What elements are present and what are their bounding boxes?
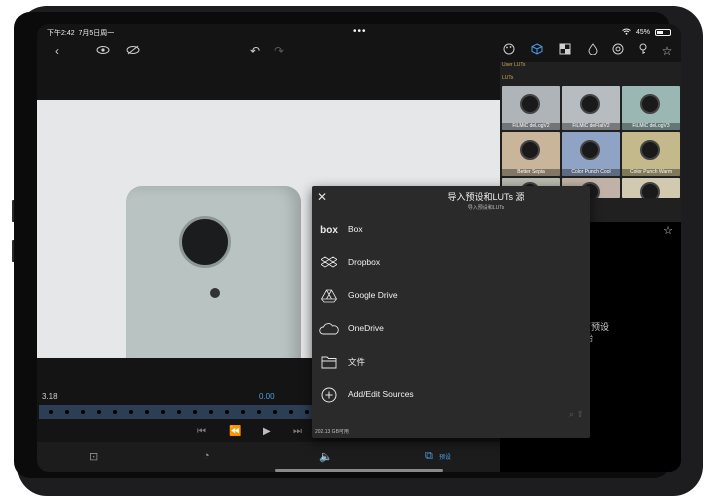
palette-icon[interactable] (501, 43, 517, 59)
prev-frame-icon[interactable]: ⏮ (197, 426, 206, 437)
source-dropbox[interactable]: Dropbox (312, 249, 590, 277)
rewind-icon[interactable]: ⏪ (229, 426, 241, 437)
source-label: OneDrive (348, 323, 384, 333)
redo-icon[interactable]: ↷ (271, 43, 287, 59)
source-label: Google Drive (348, 290, 398, 300)
google-drive-icon (318, 286, 340, 306)
key-icon[interactable] (635, 43, 651, 59)
source-box[interactable]: box Box (312, 216, 590, 244)
speed-icon[interactable]: ◔ (203, 450, 210, 462)
eye-icon[interactable] (95, 43, 111, 59)
eye-slash-icon[interactable] (125, 43, 141, 59)
lut-cube-icon[interactable] (529, 43, 545, 59)
star-icon[interactable]: ☆ (659, 43, 675, 59)
source-label: Box (348, 224, 363, 234)
lut-tile[interactable]: FiLMiC deLogV3 (622, 86, 680, 130)
volume-icon[interactable]: 🔈 (319, 450, 333, 463)
source-add-edit[interactable]: Add/Edit Sources (312, 381, 590, 409)
status-right: 45% (622, 28, 671, 37)
status-bar: 下午2:42 7月5日周一 ••• 45% (37, 24, 681, 40)
add-circle-icon (318, 385, 340, 405)
sheet-subtitle: 导入预设和LUTs (467, 205, 505, 211)
app-screen: 下午2:42 7月5日周一 ••• 45% ‹ ↶ ↷ ☆ User LUTs … (37, 24, 681, 472)
source-files[interactable]: 文件 (312, 348, 590, 376)
favorite-star-icon[interactable]: ☆ (663, 224, 673, 237)
grid-icon[interactable] (557, 43, 573, 59)
undo-icon[interactable]: ↶ (247, 43, 263, 59)
crop-icon[interactable]: ⊡ (89, 450, 98, 463)
target-icon[interactable] (610, 43, 626, 59)
storage-available: 202.13 GB可用 (315, 429, 349, 435)
wifi-icon (622, 28, 631, 37)
chevron-left-icon[interactable]: ‹ (49, 43, 65, 59)
status-time: 下午2:42 (47, 30, 75, 37)
lut-tile[interactable]: Color Punch Cool (562, 132, 620, 176)
source-label: Dropbox (348, 257, 381, 267)
status-time-date: 下午2:42 7月5日周一 (47, 28, 114, 38)
lut-tile[interactable]: Better Sepia (502, 132, 560, 176)
drop-icon[interactable] (585, 43, 601, 59)
lut-grid: FiLMiC deLogV2 FiLMiC deFlatV2 FiLMiC de… (502, 86, 681, 198)
source-google-drive[interactable]: Google Drive (312, 282, 590, 310)
battery-percent: 45% (635, 29, 650, 36)
presets-tab-label[interactable]: 预设 (439, 452, 451, 461)
search-icon[interactable]: ⌕ (569, 409, 574, 419)
dropbox-icon (318, 253, 340, 273)
source-onedrive[interactable]: OneDrive (312, 315, 590, 343)
camera-ring (179, 216, 231, 268)
box-icon: box (320, 224, 338, 236)
source-label: Add/Edit Sources (348, 389, 414, 399)
home-indicator (275, 469, 443, 472)
multitask-dots[interactable]: ••• (353, 26, 367, 37)
play-icon[interactable]: ▶ (263, 426, 271, 437)
status-date: 7月5日周一 (78, 30, 115, 37)
preview-subject-phone (126, 186, 301, 358)
onedrive-icon (318, 319, 340, 339)
lut-tile[interactable]: FiLMiC deFlatV2 (562, 86, 620, 130)
timecode-left: 3.18 (42, 392, 58, 401)
battery-icon (655, 29, 671, 36)
lut-tile[interactable]: FiLMiC deLogV2 (502, 86, 560, 130)
presets-icon[interactable]: ⧉ (425, 450, 433, 463)
lut-tile-label: Better Sepia (502, 169, 560, 176)
sheet-title: 导入预设和LUTs 源 (447, 192, 525, 202)
lut-tile-label: Color Punch Cool (562, 169, 620, 176)
lut-tile-label: Color Punch Warm (622, 169, 680, 176)
next-frame-icon[interactable]: ⏭ (293, 426, 302, 437)
source-label: 文件 (348, 357, 366, 367)
files-icon (318, 352, 340, 372)
lut-tile-label: FiLMiC deFlatV2 (562, 123, 620, 130)
luts-heading: LUTs (502, 75, 514, 81)
top-toolbar: ‹ ↶ ↷ ☆ (37, 40, 681, 62)
camera-flash (210, 288, 220, 298)
lut-tile[interactable] (622, 178, 680, 198)
lut-tile-label: FiLMiC deLogV3 (622, 123, 680, 130)
share-icon[interactable]: ⇪ (576, 409, 584, 419)
user-luts-heading: User LUTs (502, 62, 526, 68)
lut-tile[interactable]: Color Punch Warm (622, 132, 680, 176)
import-sources-sheet: ✕ 导入预设和LUTs 源 导入预设和LUTs box Box Dropbox … (312, 186, 590, 438)
timecode-playhead: 0.00 (259, 392, 275, 401)
bottom-bar: ⊡ ◔ 🔈 ⧉ 预设 (37, 442, 500, 472)
sheet-footer-icons: ⌕ ⇪ (569, 409, 584, 420)
lut-tile-label: FiLMiC deLogV2 (502, 123, 560, 130)
